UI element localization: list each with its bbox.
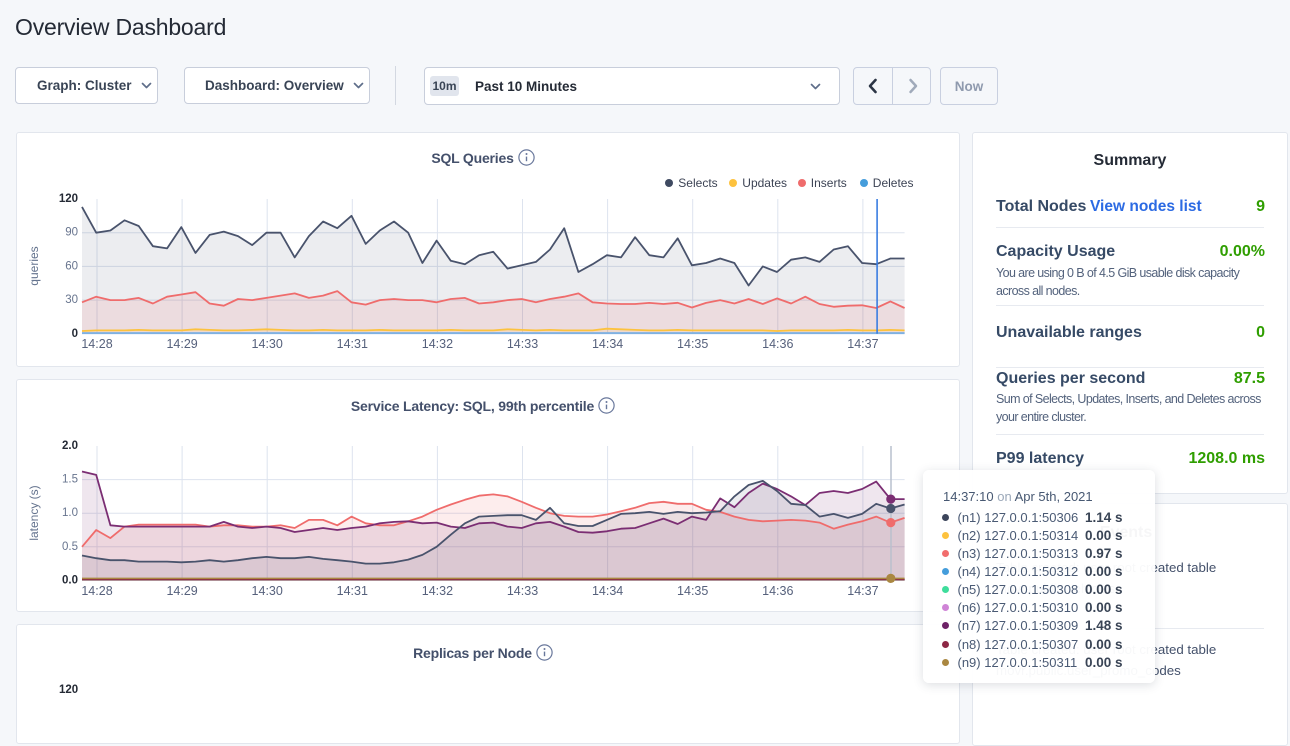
svg-text:14:33: 14:33 (507, 584, 538, 598)
svg-text:14:34: 14:34 (592, 584, 623, 598)
svg-text:queries: queries (27, 246, 41, 285)
svg-text:14:35: 14:35 (677, 584, 708, 598)
svg-text:14:31: 14:31 (337, 337, 368, 351)
svg-text:0: 0 (72, 328, 78, 340)
svg-text:30: 30 (65, 294, 78, 306)
svg-text:14:36: 14:36 (762, 584, 793, 598)
svg-text:14:32: 14:32 (422, 337, 453, 351)
svg-text:14:34: 14:34 (592, 337, 623, 351)
svg-text:14:30: 14:30 (252, 584, 283, 598)
svg-text:1.5: 1.5 (62, 474, 78, 486)
svg-text:14:36: 14:36 (762, 337, 793, 351)
svg-text:120: 120 (59, 193, 78, 205)
svg-text:14:31: 14:31 (337, 584, 368, 598)
svg-text:1.0: 1.0 (62, 507, 78, 519)
svg-text:14:37: 14:37 (847, 337, 878, 351)
svg-text:90: 90 (65, 227, 78, 239)
svg-text:0.5: 0.5 (62, 541, 78, 553)
svg-text:14:28: 14:28 (81, 337, 112, 351)
svg-text:14:37: 14:37 (847, 584, 878, 598)
svg-text:14:29: 14:29 (166, 337, 197, 351)
svg-text:14:28: 14:28 (81, 584, 112, 598)
svg-text:60: 60 (65, 260, 78, 272)
svg-text:latency (s): latency (s) (27, 485, 41, 540)
svg-text:14:33: 14:33 (507, 337, 538, 351)
svg-text:14:30: 14:30 (252, 337, 283, 351)
svg-text:14:32: 14:32 (422, 584, 453, 598)
svg-text:0.0: 0.0 (62, 574, 78, 586)
svg-text:2.0: 2.0 (62, 440, 78, 452)
svg-text:14:35: 14:35 (677, 337, 708, 351)
svg-text:14:29: 14:29 (166, 584, 197, 598)
